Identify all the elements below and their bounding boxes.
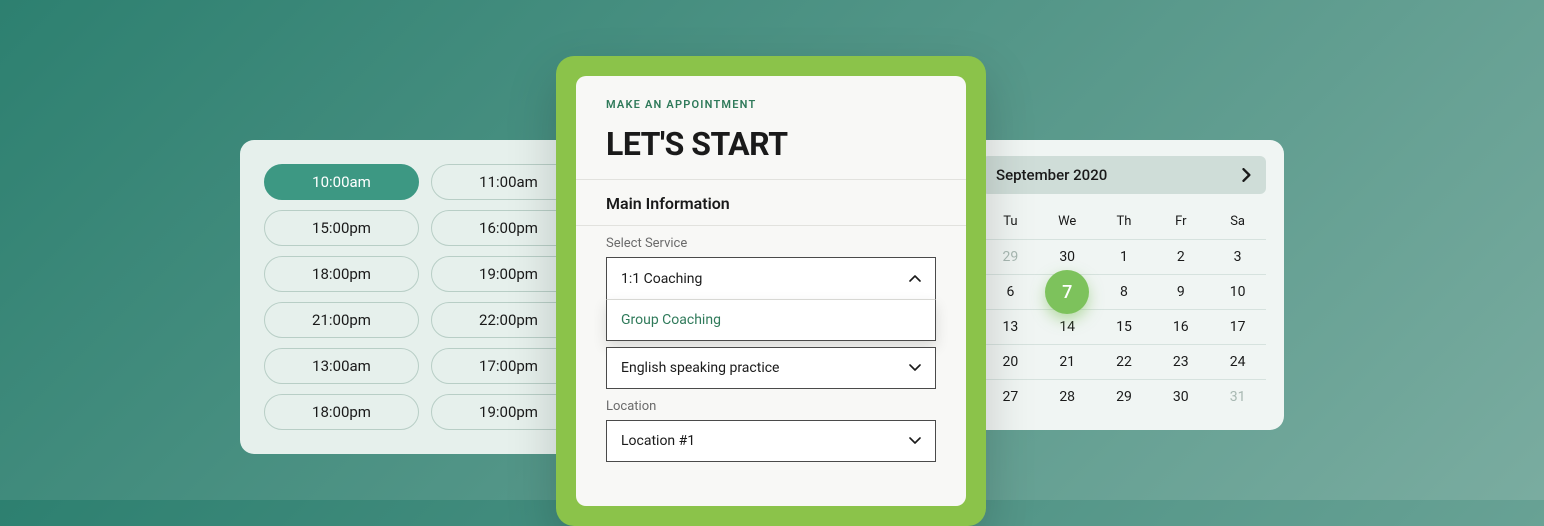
day-header: Tu [982, 208, 1039, 239]
appointment-header: MAKE AN APPOINTMENT LET'S START [576, 76, 966, 179]
appointment-inner: MAKE AN APPOINTMENT LET'S START Main Inf… [576, 76, 966, 506]
timeslot-button[interactable]: 18:00pm [264, 256, 419, 292]
chevron-down-icon [909, 437, 921, 445]
service-dropdown-option[interactable]: Group Coaching [606, 299, 936, 341]
day-cell[interactable]: 15 [1096, 309, 1153, 344]
day-cell[interactable]: 23 [1152, 344, 1209, 379]
service-option-label: Group Coaching [621, 312, 721, 328]
day-cell[interactable]: 20 [982, 344, 1039, 379]
day-cell[interactable]: 1 [1096, 239, 1153, 274]
day-header: Fr [1152, 208, 1209, 239]
day-cell[interactable]: 21 [1039, 344, 1096, 379]
day-cell[interactable]: 10 [1209, 274, 1266, 309]
timeslot-button[interactable]: 21:00pm [264, 302, 419, 338]
day-cell[interactable]: 7 [1039, 274, 1096, 309]
eyebrow-label: MAKE AN APPOINTMENT [606, 98, 936, 111]
day-cell[interactable]: 30 [1152, 379, 1209, 414]
chevron-right-icon [1242, 168, 1252, 182]
day-cell[interactable]: 29 [982, 239, 1039, 274]
day-cell[interactable]: 6 [982, 274, 1039, 309]
location-select-value: Location #1 [621, 433, 695, 449]
day-cell[interactable]: 13 [982, 309, 1039, 344]
page-title: LET'S START [606, 125, 936, 163]
day-header: Sa [1209, 208, 1266, 239]
service-select-value: 1:1 Coaching [621, 271, 702, 287]
day-cell[interactable]: 31 [1209, 379, 1266, 414]
timeslot-button[interactable]: 18:00pm [264, 394, 419, 430]
day-cell[interactable]: 27 [982, 379, 1039, 414]
day-cell[interactable]: 28 [1039, 379, 1096, 414]
service-select[interactable]: 1:1 Coaching [606, 257, 936, 299]
practice-select[interactable]: English speaking practice [606, 347, 936, 389]
day-cell[interactable]: 3 [1209, 239, 1266, 274]
form-area: Select Service 1:1 Coaching Group Coachi… [576, 226, 966, 482]
timeslots-grid: 10:00am11:00am15:00pm16:00pm18:00pm19:00… [264, 164, 586, 430]
practice-select-value: English speaking practice [621, 360, 779, 376]
location-select[interactable]: Location #1 [606, 420, 936, 462]
timeslot-button[interactable]: 15:00pm [264, 210, 419, 246]
location-field-label: Location [606, 399, 936, 414]
day-cell[interactable]: 16 [1152, 309, 1209, 344]
day-header: Th [1096, 208, 1153, 239]
day-cell[interactable]: 8 [1096, 274, 1153, 309]
day-cell[interactable]: 24 [1209, 344, 1266, 379]
selected-day-bubble: 7 [1045, 270, 1089, 314]
chevron-up-icon [909, 275, 921, 283]
calendar-grid: TuWeThFrSa293012367891013141516172021222… [982, 208, 1266, 414]
chevron-down-icon [909, 364, 921, 372]
day-cell[interactable]: 9 [1152, 274, 1209, 309]
day-cell[interactable]: 17 [1209, 309, 1266, 344]
day-header: We [1039, 208, 1096, 239]
service-field-label: Select Service [606, 236, 936, 251]
day-cell[interactable]: 2 [1152, 239, 1209, 274]
day-cell[interactable]: 14 [1039, 309, 1096, 344]
day-cell[interactable]: 22 [1096, 344, 1153, 379]
timeslot-button[interactable]: 13:00am [264, 348, 419, 384]
day-cell[interactable]: 29 [1096, 379, 1153, 414]
day-cell[interactable]: 30 [1039, 239, 1096, 274]
timeslots-panel: 10:00am11:00am15:00pm16:00pm18:00pm19:00… [240, 140, 610, 454]
calendar-next-button[interactable] [1242, 168, 1252, 182]
calendar-header: September 2020 [982, 156, 1266, 194]
appointment-card: MAKE AN APPOINTMENT LET'S START Main Inf… [556, 56, 986, 526]
timeslot-button[interactable]: 10:00am [264, 164, 419, 200]
calendar-month-label: September 2020 [996, 166, 1107, 184]
section-title: Main Information [576, 180, 966, 225]
calendar-panel: September 2020 TuWeThFrSa293012367891013… [964, 140, 1284, 430]
